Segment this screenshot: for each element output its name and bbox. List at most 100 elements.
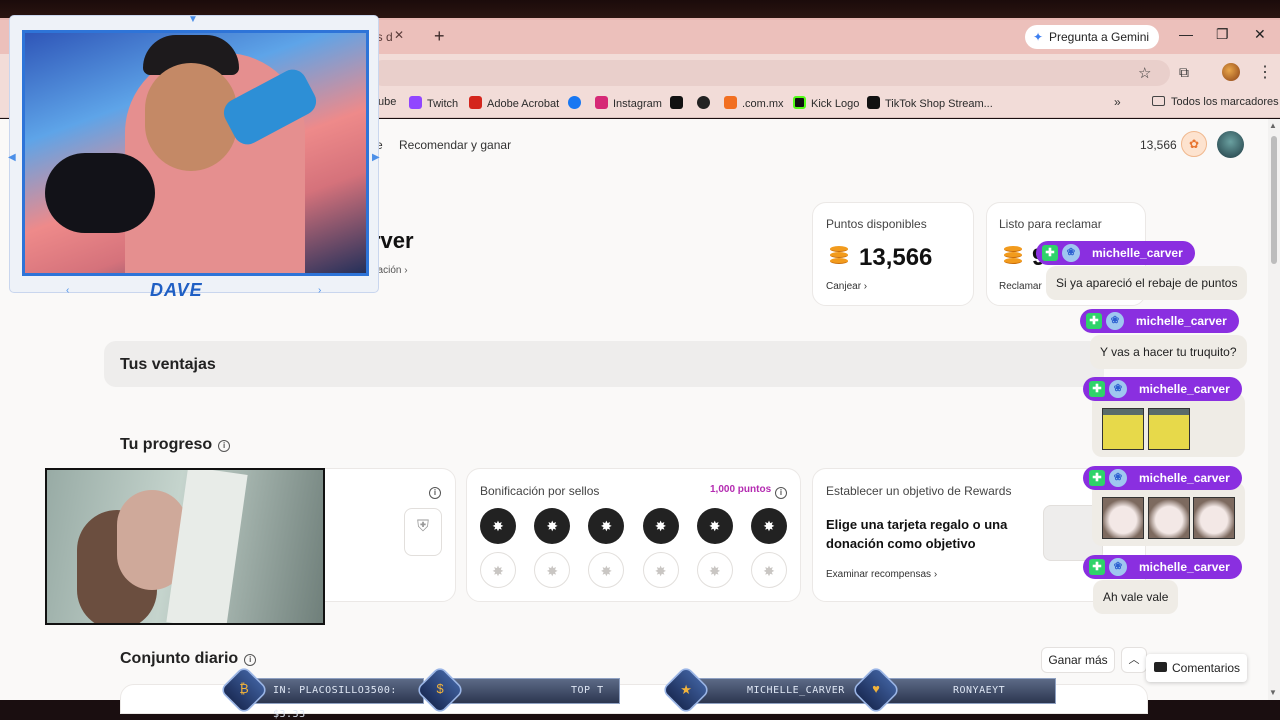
browse-rewards-link[interactable]: Examinar recompensas › — [826, 569, 937, 580]
redeem-link[interactable]: Canjear › — [826, 281, 867, 292]
cat-emote — [1102, 497, 1144, 539]
user-name-partial: rver — [372, 228, 414, 253]
subscriber-badge-icon: ❀ — [1109, 469, 1127, 487]
stamp-filled-icon: ✸ — [480, 508, 516, 544]
rewards-medal-icon[interactable]: ✿ — [1181, 131, 1207, 157]
minimize-icon[interactable]: — — [1179, 26, 1193, 42]
bookmark-amazon[interactable]: .com.mx — [724, 96, 784, 110]
claim-link[interactable]: Reclamar — [999, 281, 1042, 292]
donation-ticker: IN: PLACOSILLO3500: $3.33 — [244, 678, 424, 720]
gemini-button[interactable]: ✦ Pregunta a Gemini — [1025, 25, 1160, 49]
stamp-empty-icon: ✸ — [642, 552, 679, 588]
stamp-empty-icon: ✸ — [751, 552, 787, 588]
subscriber-badge-icon: ❀ — [1062, 244, 1080, 262]
bookmark-label: Kick Logo — [811, 98, 860, 110]
scroll-down-icon[interactable]: ▼ — [1269, 688, 1277, 697]
menu-kebab-icon[interactable]: ⋮ — [1257, 62, 1273, 82]
new-tab-button[interactable]: + — [434, 26, 445, 47]
user-avatar[interactable] — [1217, 131, 1244, 158]
stamp-filled-icon: ✸ — [642, 508, 679, 544]
gemini-button-label: Pregunta a Gemini — [1049, 30, 1150, 44]
ventajas-heading: Tus ventajas — [120, 356, 216, 373]
header-points: 13,566 — [1140, 138, 1177, 152]
bookmark-label: ube — [378, 96, 397, 108]
frame-arrow-icon: ▶ — [372, 152, 380, 163]
earn-more-button[interactable]: Ganar más — [1041, 647, 1115, 673]
bookmark-twitch[interactable]: Twitch — [409, 96, 458, 110]
bookmark-threads[interactable] — [697, 96, 715, 110]
stamp-empty-icon: ✸ — [534, 552, 571, 588]
close-window-icon[interactable]: ✕ — [1254, 26, 1266, 43]
spongebob-emote — [1102, 408, 1144, 450]
folder-icon — [1152, 96, 1165, 106]
stamps-points: 1,000 puntos — [710, 484, 772, 495]
bookmark-instagram[interactable]: Instagram — [595, 96, 662, 110]
chat-username: ✚ ❀ michelle_carver — [1083, 555, 1242, 579]
comment-icon — [1154, 662, 1167, 672]
frame-arrow-icon: ◀ — [8, 152, 16, 163]
chat-username-label: michelle_carver — [1136, 314, 1227, 328]
info-icon[interactable]: i — [244, 654, 257, 666]
bookmark-star-icon[interactable]: ☆ — [1138, 64, 1151, 82]
bookmark-kick[interactable]: Kick Logo — [793, 96, 859, 110]
progress-heading-label: Tu progreso — [120, 436, 213, 453]
browse-rewards-label: Examinar recompensas — [826, 569, 932, 580]
ventajas-section[interactable] — [104, 341, 1104, 387]
microphone — [45, 153, 155, 233]
address-bar[interactable] — [370, 60, 1170, 86]
profile-avatar[interactable] — [1222, 63, 1240, 81]
chat-message: Y vas a hacer tu truquito? — [1090, 335, 1247, 369]
video-overlay — [45, 468, 325, 625]
redeem-link-label: Canjear — [826, 281, 862, 292]
scroll-up-icon[interactable]: ▲ — [1269, 121, 1277, 130]
stamp-filled-icon: ✸ — [696, 508, 733, 544]
subscriber-badge-icon: ❀ — [1109, 558, 1127, 576]
progress-heading: Tu progreso i — [120, 436, 231, 454]
info-icon[interactable]: i — [218, 440, 231, 452]
info-icon[interactable]: i — [775, 483, 787, 501]
bookmark-label: Instagram — [613, 98, 662, 110]
bookmark-x[interactable] — [670, 96, 688, 110]
bookmark-label: Twitch — [427, 98, 459, 110]
webcam-video — [22, 30, 369, 276]
restore-icon[interactable]: ❐ — [1216, 26, 1229, 43]
points-value: 13,566 — [859, 244, 933, 271]
chat-username: ✚ ❀ michelle_carver — [1083, 377, 1242, 401]
amazon-icon — [724, 96, 737, 109]
info-icon[interactable]: i — [429, 483, 441, 501]
chat-message: Si ya apareció el rebaje de puntos — [1046, 266, 1248, 300]
nav-recommend[interactable]: Recomendar y ganar — [399, 138, 511, 152]
bookmark-facebook[interactable] — [568, 96, 586, 110]
stamp-empty-icon: ✸ — [480, 552, 516, 588]
tab-close-icon[interactable]: ✕ — [394, 28, 404, 42]
bookmark-youtube[interactable]: ube — [378, 96, 396, 108]
all-bookmarks[interactable]: Todos los marcadores — [1152, 96, 1279, 108]
extensions-icon[interactable]: ⧉ — [1179, 64, 1189, 81]
mod-badge-icon: ✚ — [1089, 470, 1105, 486]
more-bookmarks-icon[interactable]: » — [1114, 95, 1121, 109]
chevron-up-icon[interactable]: ︿ — [1121, 647, 1147, 673]
stamp-filled-icon: ✸ — [534, 508, 571, 544]
stamp-filled-icon: ✸ — [751, 508, 787, 544]
stamp-empty-icon: ✸ — [696, 552, 733, 588]
subscriber-badge-icon: ❀ — [1106, 312, 1124, 330]
mod-badge-icon: ✚ — [1089, 381, 1105, 397]
bookmark-label: .com.mx — [742, 98, 784, 110]
scrollbar-thumb[interactable] — [1271, 136, 1277, 264]
goal-text: Elige una tarjeta regalo o una donación … — [826, 517, 1008, 551]
bookmark-tiktok[interactable]: TikTok Shop Stream... — [867, 96, 993, 110]
bookmark-acrobat[interactable]: Adobe Acrobat — [469, 96, 559, 110]
ticker-user-1: MICHELLE_CARVER — [688, 678, 874, 704]
gemini-sparkle-icon: ✦ — [1033, 30, 1044, 44]
spongebob-emote — [1148, 408, 1190, 450]
frame-arrow-icon: › — [318, 285, 322, 296]
chat-username-label: michelle_carver — [1139, 471, 1230, 485]
chat-username-label: michelle_carver — [1092, 246, 1183, 260]
feedback-button[interactable]: Comentarios — [1146, 654, 1247, 682]
kick-icon — [793, 96, 806, 109]
subscriber-badge-icon: ❀ — [1109, 380, 1127, 398]
streamer-name: DAVE — [150, 280, 203, 300]
cat-emote — [1148, 497, 1190, 539]
instagram-icon — [595, 96, 608, 109]
tiktok-icon — [867, 96, 880, 109]
